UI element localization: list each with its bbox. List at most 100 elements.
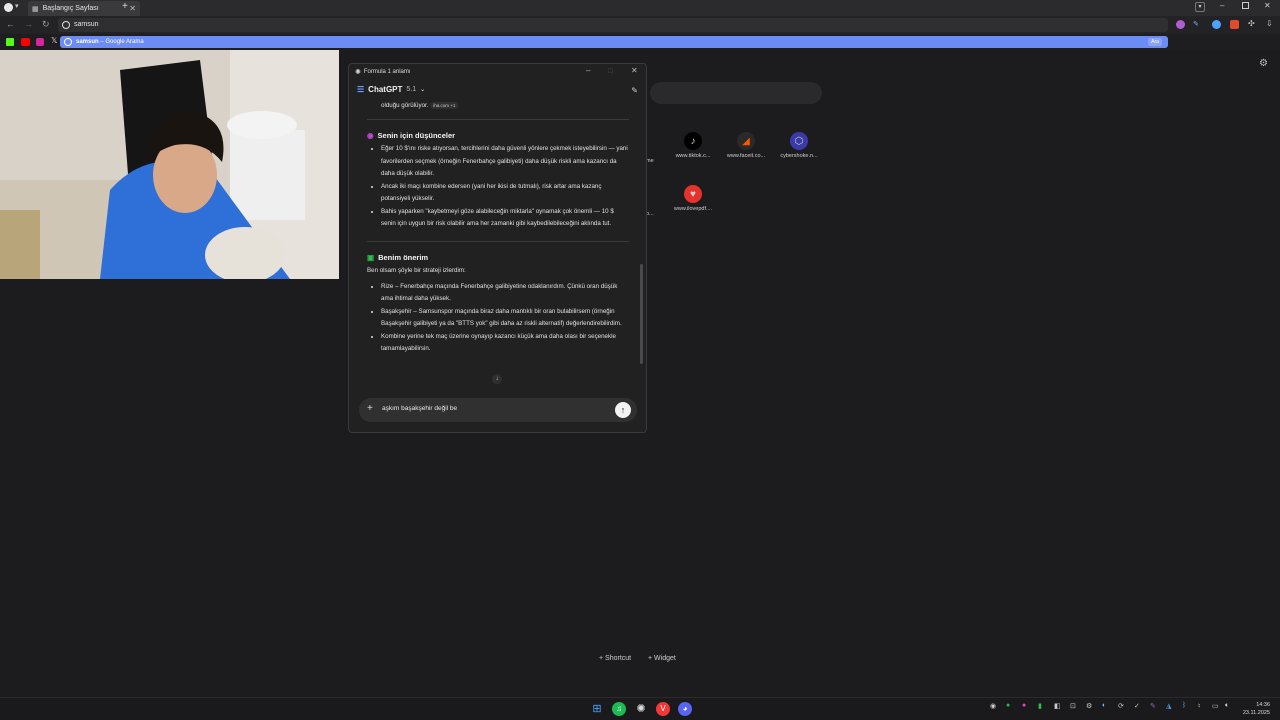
microphone-icon[interactable]: ♮	[1198, 702, 1201, 710]
add-widget-link[interactable]: + Widget	[648, 655, 676, 662]
list-item: Rize – Fenerbahçe maçında Fenerbahçe gal…	[381, 281, 629, 306]
maximize-icon[interactable]	[1242, 2, 1249, 9]
sidebar-toggle-icon[interactable]: ☰	[357, 85, 364, 94]
list-item: Bahis yaparken "kaybetmeyi göze alabilec…	[381, 206, 629, 231]
close-icon[interactable]: ✕	[631, 66, 638, 75]
divider	[367, 118, 629, 120]
tray-icon[interactable]: ⊡	[1070, 702, 1076, 710]
window-title: Formula 1 anlamı	[363, 69, 411, 75]
section-heading-recommendation: ▣ Benim önerim	[367, 252, 629, 265]
list-item: Ancak iki maçı kombine edersen (yani her…	[381, 181, 629, 206]
extension-icon-2[interactable]: ✎	[1193, 20, 1199, 28]
new-tab-button[interactable]: +	[122, 1, 128, 12]
close-tab-icon[interactable]: ✕	[129, 4, 136, 13]
extension-icon-1[interactable]	[1176, 20, 1185, 29]
tray-icon[interactable]: ◧	[1054, 702, 1061, 710]
scrollbar[interactable]	[640, 264, 643, 364]
back-icon[interactable]: ←	[6, 19, 15, 29]
tab-list-icon[interactable]: ▾	[1195, 2, 1205, 12]
speed-dial-partial-1[interactable]: me	[646, 158, 654, 164]
extension-icon-3[interactable]	[1212, 20, 1221, 29]
cybershoke-icon: ⬡	[790, 132, 808, 150]
extensions-puzzle-icon[interactable]: ✣	[1248, 19, 1255, 28]
widget-label: Widget	[654, 655, 676, 662]
minimize-icon[interactable]: –	[586, 66, 590, 75]
tray-icon[interactable]: ⚙	[1086, 702, 1092, 710]
maximize-icon[interactable]: □	[608, 66, 613, 75]
send-arrow-icon[interactable]: ↑	[615, 402, 631, 418]
speed-dial-partial-2[interactable]: o...	[646, 211, 654, 217]
forward-icon[interactable]: →	[24, 19, 33, 29]
bookmark-kick-icon[interactable]	[6, 38, 14, 46]
bookmark-instagram-icon[interactable]	[36, 38, 44, 46]
address-input[interactable]: samsun	[58, 18, 1168, 32]
vivaldi-menu-icon[interactable]	[4, 3, 13, 12]
clock-date: 23.11.2025	[1242, 710, 1270, 716]
section-heading-thoughts: ◉ Senin için düşünceler	[367, 130, 629, 143]
extension-icon-4[interactable]	[1230, 20, 1239, 29]
volume-icon[interactable]: 🔈︎	[1225, 702, 1229, 710]
chat-message-content: olduğu görülüyor. iha.com +1 ◉ Senin içi…	[367, 100, 629, 356]
speed-dial-label: www.ilovepdf....	[673, 206, 713, 212]
window-title-bar: ✺ Formula 1 anlamı	[355, 68, 411, 76]
recommendation-intro: Ben olsam şöyle bir strateji izlerdim:	[367, 267, 466, 274]
add-shortcut-link[interactable]: + Shortcut	[599, 655, 631, 662]
spotify-icon[interactable]: ♫	[612, 702, 626, 716]
model-name: ChatGPT	[368, 85, 403, 94]
download-icon[interactable]: ⇩	[1266, 19, 1273, 28]
model-selector[interactable]: ☰ ChatGPT 5.1 ⌄	[357, 85, 425, 94]
close-window-icon[interactable]: ✕	[1264, 1, 1271, 10]
plus-icon[interactable]: +	[367, 403, 373, 414]
newtab-search-bar[interactable]	[650, 82, 822, 104]
bluetooth-icon[interactable]: ᛒ	[1182, 702, 1186, 709]
tab-bar: ▾ ▦ Başlangıç Sayfası ✕ + ▾ – ✕	[0, 0, 1280, 16]
google-icon	[64, 38, 72, 46]
speed-dial-label: cybershoke.n...	[780, 153, 818, 159]
section-title: Benim önerim	[378, 252, 429, 262]
discord-icon[interactable]: ◕	[678, 702, 692, 716]
chatgpt-icon[interactable]: ✺	[634, 702, 648, 716]
speed-dial-tiktok[interactable]: ♪ www.tiktok.c...	[668, 132, 718, 159]
scroll-down-icon[interactable]: ↓	[492, 374, 502, 384]
speed-dial-cybershoke[interactable]: ⬡ cybershoke.n...	[774, 132, 824, 159]
tray-icon[interactable]: ◮	[1166, 702, 1171, 710]
tray-icon[interactable]: ▮	[1038, 702, 1042, 710]
google-icon	[62, 21, 70, 29]
speed-dial-ilovepdf[interactable]: ♥ www.ilovepdf....	[668, 185, 718, 212]
search-suggestion[interactable]: samsun – Google Arama Ara	[60, 36, 1168, 48]
network-icon[interactable]: ▭	[1212, 702, 1219, 710]
tray-icon[interactable]: ◉	[990, 702, 996, 710]
suggestion-rest: – Google Arama	[98, 39, 144, 45]
composer-input[interactable]: aşkım başakşehir değil be	[382, 405, 457, 412]
chevron-down-icon: ⌄	[420, 87, 426, 93]
reload-icon[interactable]: ↻	[42, 19, 50, 30]
speed-dial-label: www.tiktok.c...	[675, 153, 711, 159]
minimize-icon[interactable]: –	[1220, 1, 1224, 10]
bookmark-youtube-icon[interactable]	[21, 38, 30, 46]
speed-dial-faceit[interactable]: ◢ www.faceit.co...	[721, 132, 771, 159]
tray-icon[interactable]: ◐	[1102, 702, 1106, 709]
tiktok-icon: ♪	[684, 132, 702, 150]
source-chip[interactable]: iha.com +1	[430, 101, 459, 109]
list-item: Eğer 10 $'ını riske atıyorsan, tercihler…	[381, 143, 629, 181]
suggestion-bold: samsun	[76, 39, 99, 45]
tray-spotify-icon[interactable]: ●	[1006, 702, 1010, 709]
tray-icon[interactable]: ✓	[1134, 702, 1140, 710]
vivaldi-icon[interactable]: V	[656, 702, 670, 716]
windows-start-icon[interactable]: ⊞	[590, 702, 604, 716]
webcam-overlay	[0, 50, 339, 279]
tray-icon[interactable]: ✎	[1150, 702, 1156, 710]
address-bar-row: ← → ↻ samsun ✎ ✣ ⇩	[0, 16, 1280, 34]
target-icon: ◉	[367, 130, 374, 140]
thoughts-list: Eğer 10 $'ını riske atıyorsan, tercihler…	[367, 143, 629, 231]
tray-icon[interactable]: ●	[1022, 702, 1026, 709]
tray-icon[interactable]: ⟳	[1118, 702, 1124, 710]
taskbar-clock[interactable]: 14:36 23.11.2025	[1243, 701, 1270, 717]
message-composer[interactable]: + aşkım başakşehir değil be ↑	[359, 398, 637, 422]
new-chat-edit-icon[interactable]: ✎	[631, 86, 638, 95]
divider	[367, 240, 629, 242]
chevron-down-icon[interactable]: ▾	[15, 2, 19, 10]
bookmark-x-icon[interactable]: 𝕏	[51, 36, 57, 45]
settings-gear-icon[interactable]: ⚙	[1259, 58, 1268, 69]
shortcut-label: Shortcut	[605, 655, 632, 662]
